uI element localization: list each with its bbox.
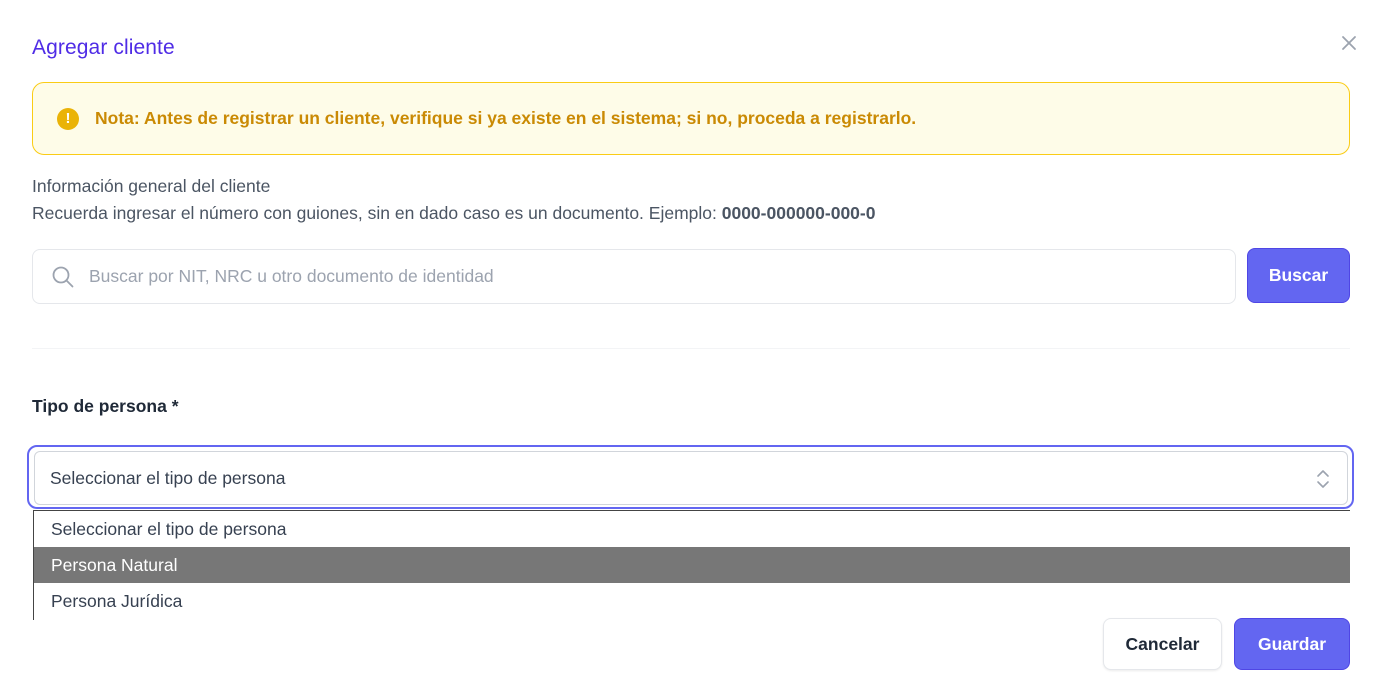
search-icon — [52, 266, 74, 287]
save-button[interactable]: Guardar — [1234, 618, 1350, 670]
option-placeholder[interactable]: Seleccionar el tipo de persona — [34, 511, 1350, 547]
add-client-modal: Agregar cliente ! Nota: Antes de registr… — [0, 0, 1382, 688]
help-text-prefix: Recuerda ingresar el número con guiones,… — [32, 203, 722, 223]
alert-message: Nota: Antes de registrar un cliente, ver… — [95, 108, 917, 128]
modal-title: Agregar cliente — [32, 36, 175, 59]
note-alert: ! Nota: Antes de registrar un cliente, v… — [32, 82, 1350, 155]
search-input[interactable] — [89, 266, 1189, 287]
section-heading: Información general del cliente — [32, 176, 271, 196]
person-type-label: Tipo de persona * — [32, 396, 179, 416]
search-box — [32, 249, 1236, 304]
option-persona-juridica[interactable]: Persona Jurídica — [34, 583, 1350, 619]
person-type-dropdown: Seleccionar el tipo de persona Persona N… — [33, 510, 1350, 620]
cancel-button[interactable]: Cancelar — [1103, 618, 1222, 670]
help-text: Recuerda ingresar el número con guiones,… — [32, 203, 875, 224]
person-type-select[interactable]: Seleccionar el tipo de persona — [34, 451, 1348, 505]
option-persona-natural[interactable]: Persona Natural — [34, 547, 1350, 583]
divider — [32, 348, 1350, 349]
close-icon[interactable] — [1338, 32, 1360, 54]
search-button[interactable]: Buscar — [1247, 248, 1350, 303]
chevron-updown-icon — [1317, 470, 1329, 488]
help-text-example: 0000-000000-000-0 — [721, 203, 876, 223]
exclamation-icon: ! — [57, 107, 79, 130]
person-type-selected-value: Seleccionar el tipo de persona — [50, 467, 286, 488]
